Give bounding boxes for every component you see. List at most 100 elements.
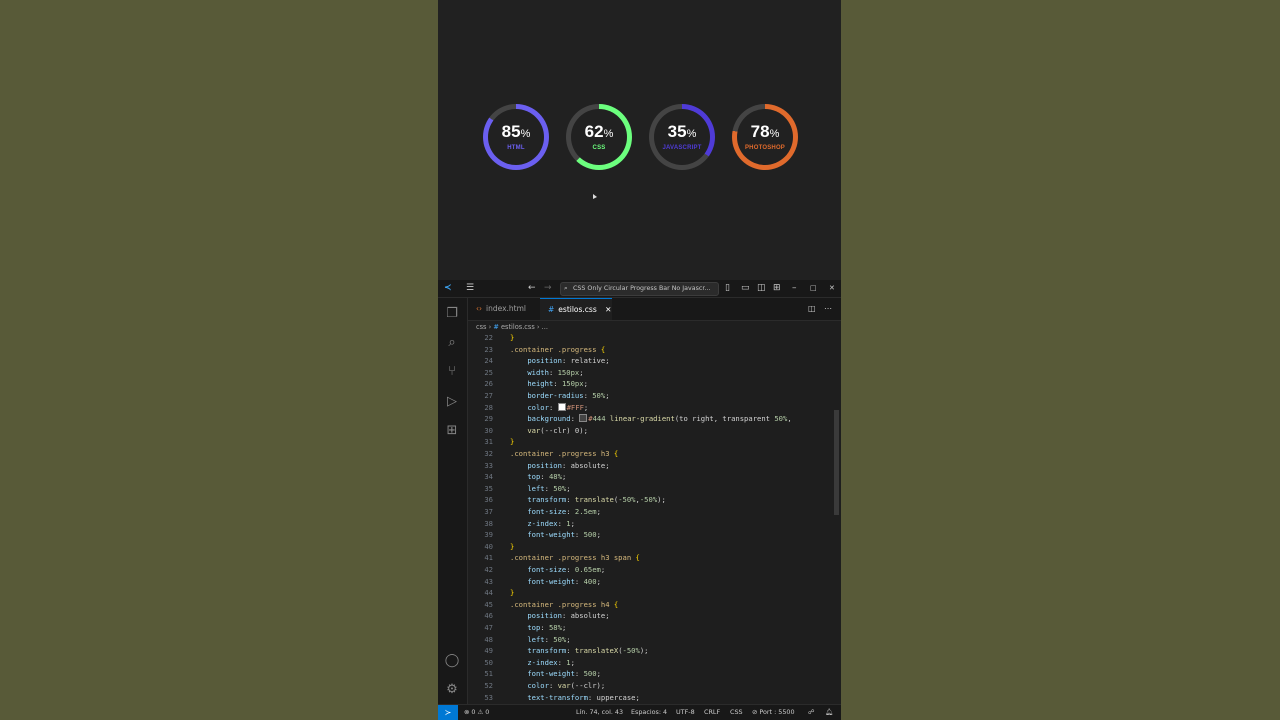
close-icon[interactable]: ✕ — [829, 280, 835, 297]
extensions-icon[interactable]: ⊞ — [444, 423, 460, 439]
code-text: } — [510, 541, 515, 551]
menu-icon[interactable]: ☰ — [466, 280, 474, 297]
code-line[interactable]: 35 left: 50%; — [468, 483, 841, 495]
line-number: 23 — [484, 344, 493, 354]
code-line[interactable]: 32 .container .progress h3 { — [468, 448, 841, 460]
tab-estilos-css[interactable]: # estilos.css ✕ — [540, 298, 612, 320]
language-mode[interactable]: CSS — [730, 705, 743, 720]
account-icon[interactable]: ◯ — [444, 653, 460, 669]
editor-scrollbar[interactable] — [834, 410, 839, 515]
code-line[interactable]: 48 left: 50%; — [468, 634, 841, 646]
code-line[interactable]: 36 transform: translate(-50%,-50%); — [468, 494, 841, 506]
code-text: color: #FFF; — [527, 402, 589, 412]
feedback-icon[interactable]: ☍ — [808, 705, 814, 720]
code-text: } — [510, 588, 515, 598]
code-text: text-transform: uppercase; — [527, 692, 640, 702]
code-text: font-weight: 400; — [527, 576, 601, 586]
search-icon: ⌕ — [564, 285, 568, 292]
code-line[interactable]: 44} — [468, 587, 841, 599]
code-line[interactable]: 34 top: 48%; — [468, 471, 841, 483]
breadcrumb-file[interactable]: estilos.css — [501, 323, 535, 331]
more-actions-icon[interactable]: ⋯ — [824, 298, 832, 320]
code-line[interactable]: 30 var(--clr) 0); — [468, 425, 841, 437]
code-line[interactable]: 26 height: 150px; — [468, 378, 841, 390]
code-line[interactable]: 24 position: relative; — [468, 355, 841, 367]
live-server-port[interactable]: ⊘ Port : 5500 — [752, 705, 795, 720]
encoding[interactable]: UTF-8 — [676, 705, 695, 720]
cursor-position[interactable]: Lín. 74, col. 43 — [576, 705, 623, 720]
indentation[interactable]: Espacios: 4 — [631, 705, 667, 720]
remote-indicator-icon[interactable]: ≻ — [438, 705, 458, 720]
code-line[interactable]: 45 .container .progress h4 { — [468, 599, 841, 611]
command-center-search[interactable]: ⌕ CSS Only Circular Progress Bar No Java… — [560, 282, 719, 296]
code-line[interactable]: 51 font-weight: 500; — [468, 668, 841, 680]
line-number: 37 — [484, 507, 493, 516]
notifications-bell-icon[interactable]: 🔔︎ — [825, 705, 833, 720]
problems-count[interactable]: ⊗ 0 ⚠ 0 — [464, 705, 489, 720]
code-line[interactable]: 28 color: #FFF; — [468, 402, 841, 414]
back-arrow-icon[interactable]: ← — [528, 280, 536, 297]
code-line[interactable]: 33 position: absolute; — [468, 460, 841, 472]
breadcrumb-more[interactable]: ... — [542, 323, 548, 331]
run-debug-icon[interactable]: ▷ — [444, 394, 460, 410]
settings-gear-icon[interactable]: ⚙ — [444, 682, 460, 698]
line-number: 25 — [484, 367, 493, 377]
line-number: 30 — [484, 425, 493, 435]
code-editor[interactable]: 22} 23 .container .progress {24 position: … — [468, 332, 841, 704]
code-text: transform: translateX(-50%); — [527, 646, 649, 656]
search-icon[interactable]: ⌕ — [444, 335, 460, 351]
end-of-line[interactable]: CRLF — [704, 705, 720, 720]
code-line[interactable]: 52 color: var(--clr); — [468, 680, 841, 692]
code-text: var(--clr) 0); — [527, 425, 588, 435]
code-line[interactable]: 29 background: #444 linear-gradient(to r… — [468, 413, 841, 425]
toggle-panel-icon[interactable]: ▭ — [741, 280, 750, 297]
code-line[interactable]: 38 z-index: 1; — [468, 518, 841, 530]
browser-preview: 85% HTML 62% CSS 35% JAVASCRIPT 78% PHOTOSHOP — [438, 0, 841, 280]
vscode-logo-icon: ≺ — [444, 283, 452, 293]
code-line[interactable]: 43 font-weight: 400; — [468, 576, 841, 588]
code-line[interactable]: 41 .container .progress h3 span { — [468, 552, 841, 564]
explorer-icon[interactable]: ❐ — [444, 306, 460, 322]
progress-value: 62% — [584, 122, 614, 141]
code-line[interactable]: 53 text-transform: uppercase; — [468, 692, 841, 704]
code-line[interactable]: 42 font-size: 0.65em; — [468, 564, 841, 576]
line-number: 52 — [484, 681, 493, 690]
code-line[interactable]: 49 transform: translateX(-50%); — [468, 645, 841, 657]
toggle-secondary-sidebar-icon[interactable]: ◫ — [757, 280, 766, 297]
maximize-icon[interactable]: □ — [810, 280, 817, 297]
forward-arrow-icon[interactable]: → — [544, 280, 552, 297]
code-line[interactable]: 22} — [468, 332, 841, 344]
code-text: left: 50%; — [527, 483, 571, 493]
code-text: width: 150px; — [527, 367, 584, 377]
code-text: .container .progress h3 span { — [510, 553, 640, 563]
line-number: 53 — [484, 692, 493, 702]
close-tab-icon[interactable]: ✕ — [605, 305, 611, 314]
code-line[interactable]: 40} — [468, 541, 841, 553]
line-number: 31 — [484, 437, 493, 447]
code-line[interactable]: 39 font-weight: 500; — [468, 529, 841, 541]
tab-label: estilos.css — [558, 305, 597, 314]
customize-layout-icon[interactable]: ⊞ — [773, 280, 781, 297]
code-text: } — [510, 437, 515, 447]
source-control-icon[interactable]: ⑂ — [444, 364, 460, 380]
progress-label: HTML — [507, 145, 525, 151]
code-line[interactable]: 23 .container .progress { — [468, 344, 841, 356]
split-editor-icon[interactable]: ◫ — [808, 298, 816, 320]
line-number: 26 — [484, 379, 493, 389]
line-number: 47 — [484, 623, 493, 632]
minimize-icon[interactable]: – — [792, 280, 797, 297]
progress-ring-javascript: 35% JAVASCRIPT — [649, 104, 715, 170]
toggle-primary-sidebar-icon[interactable]: ▯ — [725, 280, 730, 297]
code-text: font-size: 0.65em; — [527, 565, 606, 574]
code-line[interactable]: 37 font-size: 2.5em; — [468, 506, 841, 518]
breadcrumb-folder[interactable]: css — [476, 323, 487, 331]
code-line[interactable]: 47 top: 58%; — [468, 622, 841, 634]
code-text: z-index: 1; — [527, 518, 575, 528]
line-number: 38 — [484, 518, 493, 528]
code-line[interactable]: 27 border-radius: 50%; — [468, 390, 841, 402]
code-line[interactable]: 25 width: 150px; — [468, 367, 841, 379]
code-line[interactable]: 31} — [468, 436, 841, 448]
progress-ring-photoshop: 78% PHOTOSHOP — [732, 104, 798, 170]
code-line[interactable]: 50 z-index: 1; — [468, 657, 841, 669]
code-line[interactable]: 46 position: absolute; — [468, 610, 841, 622]
